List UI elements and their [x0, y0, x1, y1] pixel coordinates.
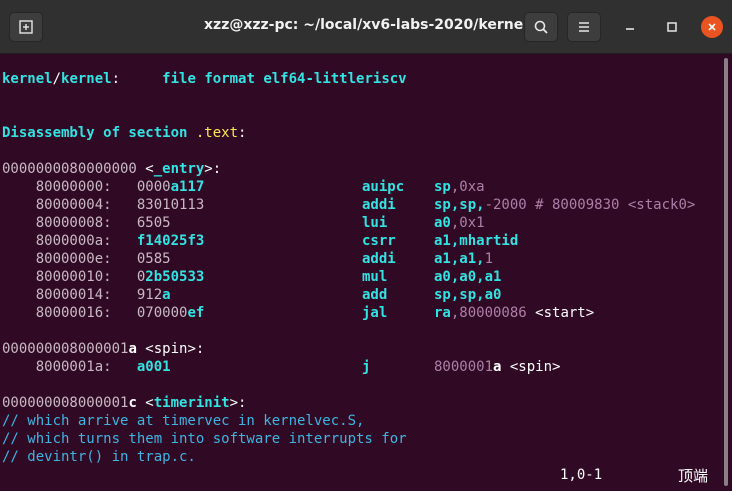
operand-text: ,80000086 [450, 305, 536, 321]
section-header-line: Disassembly of section .text: [2, 125, 247, 141]
instruction-row: 80000010: 02b50533 mul a0,a0,a1 [2, 268, 502, 286]
instruction-encoding-highlight: a117 [170, 179, 205, 195]
search-icon [534, 20, 548, 34]
menu-button[interactable] [567, 12, 601, 42]
instruction-address: 80000008: [2, 215, 112, 231]
instruction-encoding-highlight: ef [187, 305, 205, 321]
source-comment-line: // which arrive at timervec in kernelvec… [2, 413, 365, 429]
instruction-mnemonic: auipc [362, 179, 405, 195]
instruction-row: 80000014: 912a add sp,sp,a0 [2, 286, 502, 304]
instruction-mnemonic: mul [362, 269, 388, 285]
instruction-address: 80000014: [2, 287, 112, 303]
new-tab-icon [19, 20, 33, 34]
instruction-encoding: 6505 [111, 215, 171, 231]
instruction-operands: a0,a0,a1 [434, 268, 501, 286]
instruction-encoding: 070000 [111, 305, 188, 321]
instruction-encoding-highlight: 2b50533 [145, 269, 205, 285]
instruction-encoding: 83010113 [111, 197, 205, 213]
instruction-mnemonic: jal [362, 305, 388, 321]
hamburger-menu-icon [579, 22, 589, 32]
instruction-operands: a1,a1,1 [434, 250, 493, 268]
operand-text: ,0xa [450, 179, 485, 195]
operand-text: a0 [434, 215, 451, 231]
instruction-operands: sp,sp,a0 [434, 286, 501, 304]
instruction-encoding-highlight: f14025f3 [136, 233, 205, 249]
close-icon [708, 23, 716, 31]
instruction-encoding: 0 [111, 269, 146, 285]
operand-text: a1,mhartid [434, 233, 519, 249]
operand-text: ra [434, 305, 451, 321]
operand-text: sp [434, 179, 451, 195]
symbol-timerinit-line: 000000008000001c <timerinit>: [2, 395, 247, 411]
terminal-output[interactable]: kernel/kernel: file format elf64-littler… [2, 54, 718, 491]
instruction-row: 80000016: 070000ef jal ra,80000086 <start> [2, 304, 594, 322]
scroll-position: 顶端 [678, 467, 709, 485]
instruction-operands: ra,80000086 <start> [434, 304, 594, 322]
instruction-encoding: 0000 [111, 179, 171, 195]
instruction-mnemonic: addi [362, 197, 396, 213]
instruction-operands: a0,0x1 [434, 214, 485, 232]
instruction-encoding: 0585 [111, 251, 171, 267]
minimize-button[interactable] [619, 16, 641, 38]
operand-text: 1 [484, 251, 494, 267]
instruction-row: 8000000e: 0585 addi a1,a1,1 [2, 250, 493, 268]
maximize-button[interactable] [661, 16, 683, 38]
instruction-row: 8000000a: f14025f3 csrr a1,mhartid [2, 232, 519, 250]
instruction-encoding-highlight: a [162, 287, 171, 303]
instruction-address: 80000000: [2, 179, 112, 195]
instruction-address: 80000004: [2, 197, 112, 213]
instruction-address: 80000010: [2, 269, 112, 285]
instruction-mnemonic: lui [362, 215, 388, 231]
file-header-line: kernel/kernel: file format elf64-littler… [2, 71, 407, 87]
operand-text: sp,sp,a0 [434, 287, 502, 303]
cursor-position: 1,0-1 [560, 467, 603, 483]
scrollbar[interactable] [724, 58, 728, 486]
instruction-mnemonic: csrr [362, 233, 396, 249]
operand-text: sp,sp, [434, 197, 485, 213]
instruction-row: 8000001a: a001 j 8000001a <spin> [2, 359, 561, 375]
instruction-operands: sp,0xa [434, 178, 485, 196]
instruction-encoding: 912 [111, 287, 163, 303]
operand-text: a0,a0,a1 [434, 269, 502, 285]
instruction-row: 80000008: 6505 lui a0,0x1 [2, 214, 485, 232]
instruction-operands: a1,mhartid [434, 232, 518, 250]
instruction-address: 80000016: [2, 305, 112, 321]
operand-text: a1,a1, [434, 251, 485, 267]
instruction-mnemonic: addi [362, 251, 396, 267]
maximize-icon [667, 22, 677, 32]
minimize-icon [626, 28, 634, 30]
operand-text: -2000 # 80009830 <stack0> [484, 197, 696, 213]
title-bar: xzz@xzz-pc: ~/local/xv6-labs-2020/kernel [0, 0, 732, 54]
source-comment-line: // devintr() in trap.c. [2, 449, 196, 465]
operand-text: ,0x1 [450, 215, 485, 231]
instruction-address: 8000000e: [2, 251, 112, 267]
instruction-address: 8000000a: [2, 233, 112, 249]
close-button[interactable] [701, 16, 723, 38]
symbol-entry-line: 0000000080000000 <_entry>: [2, 161, 222, 177]
operand-text: <start> [535, 305, 595, 321]
instruction-row: 80000000: 0000a117 auipc sp,0xa [2, 178, 485, 196]
instruction-mnemonic: add [362, 287, 388, 303]
instruction-encoding [112, 233, 137, 249]
source-comment-line: // which turns them into software interr… [2, 431, 407, 447]
new-tab-button[interactable] [9, 12, 43, 42]
search-button[interactable] [524, 12, 558, 42]
instruction-row: 80000004: 83010113 addi sp,sp,-2000 # 8000… [2, 196, 696, 214]
instruction-operands: sp,sp,-2000 # 80009830 <stack0> [434, 196, 695, 214]
symbol-spin-line: 000000008000001a <spin>: [2, 341, 205, 357]
